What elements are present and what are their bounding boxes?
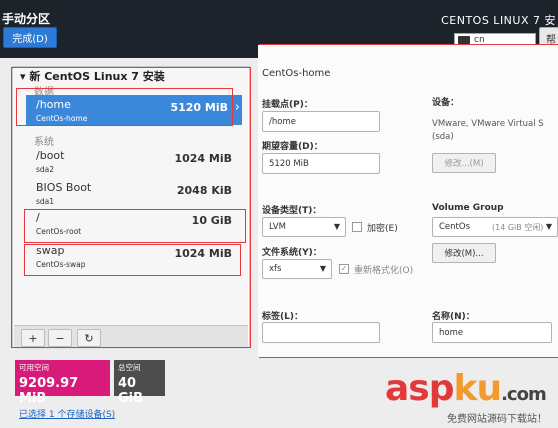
mountpoint-home[interactable]: /home CentOs-home 5120 MiB › <box>26 95 242 125</box>
mountpoint-boot[interactable]: /boot sda2 1024 MiB <box>26 146 242 176</box>
watermark-logo: aspku.com <box>385 368 547 409</box>
details-title: CentOs-home <box>262 68 331 79</box>
keyboard-layout-label: cn <box>474 35 485 45</box>
filesystem-label: 文件系统(Y)： <box>262 248 322 258</box>
modify-device-button[interactable]: 修改...(M) <box>432 153 496 173</box>
mountpoint-swap[interactable]: swap CentOs-swap 1024 MiB <box>26 241 242 271</box>
available-space-label: 可用空间 <box>19 363 49 372</box>
storage-devices-link[interactable]: 已选择 1 个存储设备(S) <box>19 407 115 420</box>
add-mountpoint-button[interactable]: + <box>21 329 45 347</box>
mountpoint-name: /boot <box>36 149 65 162</box>
device-text-disk: (sda) <box>432 132 454 142</box>
mountpoint-size: 2048 KiB <box>176 184 232 197</box>
mountpoint-device: sda2 <box>36 165 55 174</box>
mountpoint-root[interactable]: / CentOs-root 10 GiB <box>26 208 242 238</box>
volume-group-select[interactable]: CentOs (14 GiB 空闲) ▼ <box>432 217 558 237</box>
volume-group-free: (14 GiB 空闲) <box>492 222 544 232</box>
page-title: 手动分区 <box>2 12 51 26</box>
mountpoint-bios-boot[interactable]: BIOS Boot sda1 2048 KiB <box>26 178 242 208</box>
mountpoint-size: 10 GiB <box>191 214 232 227</box>
modify-volume-group-button[interactable]: 修改(M)... <box>432 243 496 263</box>
mountpoint-name: / <box>36 211 40 224</box>
mount-point-label: 挂载点(P)： <box>262 100 313 110</box>
done-button[interactable]: 完成(D) <box>3 27 57 48</box>
mountpoint-size: 1024 MiB <box>174 152 232 165</box>
tag-input[interactable] <box>262 322 380 343</box>
mountpoint-name: /home <box>36 98 71 111</box>
mountpoint-size: 1024 MiB <box>174 247 232 260</box>
filesystem-value: xfs <box>269 264 282 274</box>
mountpoint-device: CentOs-root <box>36 227 82 236</box>
dropdown-arrow-icon: ▼ <box>545 222 552 231</box>
install-title: 新 CentOS Linux 7 安装 <box>29 70 165 83</box>
encrypt-label: 加密(E) <box>367 224 398 234</box>
mountpoint-size: 5120 MiB <box>170 101 228 114</box>
reformat-checkbox[interactable]: ✓ <box>339 264 349 274</box>
total-space-label: 总空间 <box>118 363 141 372</box>
available-space-value: 9209.97 MiB <box>19 376 79 406</box>
device-text: VMware, VMware Virtual S <box>432 119 544 129</box>
mountpoint-name: BIOS Boot <box>36 181 92 194</box>
reformat-label: 重新格式化(O) <box>354 266 414 276</box>
install-header[interactable]: ▾ 新 CentOS Linux 7 安装 <box>20 68 165 84</box>
capacity-label: 期望容量(D)： <box>262 142 323 152</box>
dropdown-arrow-icon: ▼ <box>319 264 326 273</box>
watermark-subtitle: 免费网站源码下载站！ <box>447 414 547 425</box>
mountpoint-name: swap <box>36 244 65 257</box>
device-label: 设备： <box>432 98 460 108</box>
volume-group-value: CentOs <box>439 222 471 232</box>
available-space-badge: 可用空间 9209.97 MiB <box>15 360 110 406</box>
name-input[interactable]: home <box>432 322 552 343</box>
total-space-badge: 总空间 40 GiB <box>114 360 165 406</box>
remove-mountpoint-button[interactable]: − <box>48 329 72 347</box>
filesystem-select[interactable]: xfs ▼ <box>262 259 332 279</box>
total-space-value: 40 GiB <box>118 376 144 406</box>
product-name: CENTOS LINUX 7 安 <box>441 14 556 27</box>
volume-group-label: Volume Group <box>432 203 504 213</box>
capacity-input[interactable]: 5120 MiB <box>262 153 380 174</box>
dropdown-arrow-icon: ▼ <box>333 222 340 231</box>
mountpoint-details-panel <box>258 45 558 357</box>
mountpoint-toolbar: + − ↻ <box>14 325 248 349</box>
mountpoint-device: sda1 <box>36 197 55 206</box>
device-type-label: 设备类型(T)： <box>262 206 322 216</box>
refresh-button[interactable]: ↻ <box>77 329 101 347</box>
device-type-select[interactable]: LVM ▼ <box>262 217 346 237</box>
device-type-value: LVM <box>269 222 286 232</box>
mountpoint-device: CentOs-home <box>36 114 88 123</box>
mountpoint-device: CentOs-swap <box>36 260 86 269</box>
mount-point-input[interactable]: /home <box>262 111 380 132</box>
tag-label: 标签(L)： <box>262 312 303 322</box>
chevron-right-icon: › <box>234 100 240 115</box>
name-label: 名称(N)： <box>432 312 475 322</box>
keyboard-icon <box>458 36 470 44</box>
encrypt-checkbox[interactable] <box>352 222 362 232</box>
